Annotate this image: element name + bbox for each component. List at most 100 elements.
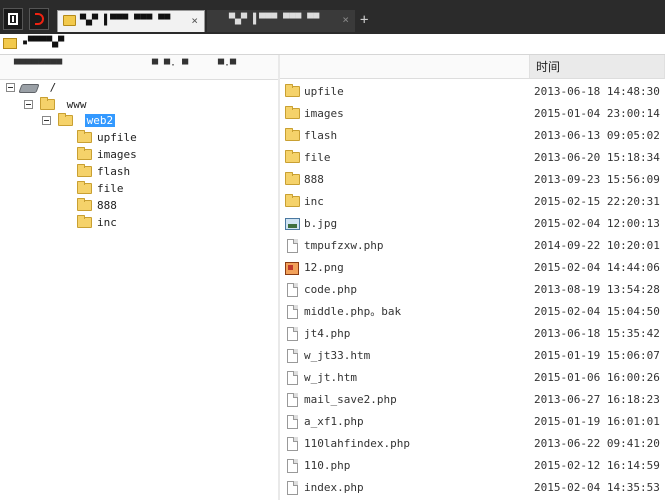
file-name: tmpufzxw.php: [304, 239, 384, 252]
tree-path-label: ▀▀▀▀▀▀▀▀: [14, 60, 63, 71]
list-item[interactable]: mail_save2.php 2013-06-27 16:18:23: [280, 389, 665, 411]
tree-header-col: ▀ ▀· ▀: [152, 60, 189, 71]
file-icon: [287, 371, 298, 385]
folder-icon: [285, 84, 300, 97]
list-item[interactable]: images 2015-01-04 23:00:14: [280, 103, 665, 125]
tree-node-web2[interactable]: web2: [42, 112, 116, 129]
folder-icon: [285, 194, 300, 207]
list-item[interactable]: tmpufzxw.php 2014-09-22 10:20:01: [280, 235, 665, 257]
tab-bar: ▀▄▀ ▌▀▀▀ ▀▀▀ ▀▀ × ▀▄▀ ▌▀▀▀ ▀▀▀ ▀▀ × +: [0, 0, 665, 34]
tree-label: /: [49, 81, 57, 94]
file-time: 2015-02-15 22:20:31: [534, 195, 660, 208]
tree-node-inc[interactable]: inc: [77, 214, 117, 231]
file-name: images: [304, 107, 344, 120]
list-item[interactable]: a_xf1.php 2015-01-19 16:01:01: [280, 411, 665, 433]
file-name: index.php: [304, 481, 364, 494]
tree-label: flash: [97, 165, 131, 178]
list-item[interactable]: middle.php。bak 2015-02-04 15:04:50: [280, 301, 665, 323]
tree-label-selected: web2: [84, 114, 116, 127]
undo-icon: [35, 13, 44, 25]
address-text: ▪▀▀▀▀▄▀: [22, 37, 65, 48]
list-item[interactable]: flash 2013-06-13 09:05:02: [280, 125, 665, 147]
file-name: jt4.php: [304, 327, 351, 340]
tree-header: ▀▀▀▀▀▀▀▀ ▀ ▀· ▀ ▀·▀ ▀▀: [0, 55, 298, 80]
file-time: 2013-06-20 15:18:34: [534, 151, 660, 164]
list-item[interactable]: 110lahfindex.php 2013-06-22 09:41:20: [280, 433, 665, 455]
file-time: 2015-01-04 23:00:14: [534, 107, 660, 120]
collapse-icon[interactable]: [42, 116, 51, 125]
file-time: 2013-06-18 15:35:42: [534, 327, 660, 340]
tree-label: images: [97, 148, 137, 161]
tree-label: file: [97, 182, 124, 195]
file-time: 2015-02-04 14:44:06: [534, 261, 660, 274]
tree-node-www[interactable]: www: [24, 96, 87, 113]
window-icon: [8, 13, 18, 25]
list-item[interactable]: file 2013-06-20 15:18:34: [280, 147, 665, 169]
file-time: 2014-09-22 10:20:01: [534, 239, 660, 252]
file-name: upfile: [304, 85, 344, 98]
folder-icon: [77, 214, 92, 228]
tab-close-icon[interactable]: ×: [191, 11, 198, 31]
folder-icon: [77, 197, 92, 211]
list-item[interactable]: inc 2015-02-15 22:20:31: [280, 191, 665, 213]
file-time: 2013-09-23 15:56:09: [534, 173, 660, 186]
undo-button[interactable]: [29, 8, 49, 30]
list-item[interactable]: code.php 2013-08-19 13:54:28: [280, 279, 665, 301]
file-name: w_jt.htm: [304, 371, 357, 384]
tab-active[interactable]: ▀▄▀ ▌▀▀▀ ▀▀▀ ▀▀ ×: [57, 10, 205, 32]
list-item[interactable]: upfile 2013-06-18 14:48:30: [280, 81, 665, 103]
list-item[interactable]: w_jt33.htm 2015-01-19 15:06:07: [280, 345, 665, 367]
list-item[interactable]: index.php 2015-02-04 14:35:53: [280, 477, 665, 499]
collapse-icon[interactable]: [6, 83, 15, 92]
tab-inactive-label: ▀▄▀ ▌▀▀▀ ▀▀▀ ▀▀: [229, 14, 320, 25]
column-header-time[interactable]: 时间: [530, 55, 665, 79]
column-header-name[interactable]: [280, 55, 530, 79]
file-name: mail_save2.php: [304, 393, 397, 406]
file-icon: [287, 415, 298, 429]
list-item[interactable]: w_jt.htm 2015-01-06 16:00:26: [280, 367, 665, 389]
new-tab-button[interactable]: +: [360, 12, 368, 28]
app-menu-button[interactable]: [3, 8, 23, 30]
tree-node-images[interactable]: images: [77, 146, 137, 163]
file-name: middle.php。bak: [304, 305, 402, 318]
list-item[interactable]: 110.php 2015-02-12 16:14:59: [280, 455, 665, 477]
folder-icon: [40, 96, 55, 110]
folder-icon: [77, 129, 92, 143]
tab-close-icon[interactable]: ×: [342, 10, 349, 30]
file-name: b.jpg: [304, 217, 338, 230]
folder-icon: [58, 112, 73, 126]
list-item[interactable]: b.jpg 2015-02-04 12:00:13: [280, 213, 665, 235]
file-icon: [287, 305, 298, 319]
tree-node-file[interactable]: file: [77, 180, 124, 197]
tree-node-flash[interactable]: flash: [77, 163, 131, 180]
file-name: a_xf1.php: [304, 415, 364, 428]
list-item[interactable]: 888 2013-09-23 15:56:09: [280, 169, 665, 191]
png-icon: [285, 262, 299, 275]
address-bar-blank: [357, 34, 665, 55]
file-time: 2013-06-13 09:05:02: [534, 129, 660, 142]
folder-icon: [285, 150, 300, 163]
address-bar[interactable]: ▪▀▀▀▀▄▀: [0, 34, 357, 55]
file-name: 110.php: [304, 459, 351, 472]
image-icon: [285, 218, 300, 230]
file-time: 2015-01-06 16:00:26: [534, 371, 660, 384]
tree-node-root[interactable]: /: [6, 80, 56, 96]
list-item[interactable]: 12.png 2015-02-04 14:44:06: [280, 257, 665, 279]
file-name: w_jt33.htm: [304, 349, 371, 362]
file-icon: [287, 239, 298, 253]
file-time: 2015-02-12 16:14:59: [534, 459, 660, 472]
file-name: 110lahfindex.php: [304, 437, 410, 450]
tree-node-888[interactable]: 888: [77, 197, 117, 214]
tree-node-upfile[interactable]: upfile: [77, 129, 137, 146]
file-name: inc: [304, 195, 324, 208]
tree-label: upfile: [97, 131, 137, 144]
file-time: 2013-06-22 09:41:20: [534, 437, 660, 450]
tab-inactive[interactable]: ▀▄▀ ▌▀▀▀ ▀▀▀ ▀▀ ×: [207, 10, 355, 32]
list-item[interactable]: jt4.php 2013-06-18 15:35:42: [280, 323, 665, 345]
collapse-icon[interactable]: [24, 100, 33, 109]
folder-icon: [77, 180, 92, 194]
file-name: 12.png: [304, 261, 344, 274]
file-time: 2015-01-19 15:06:07: [534, 349, 660, 362]
file-name: 888: [304, 173, 324, 186]
file-time: 2015-02-04 15:04:50: [534, 305, 660, 318]
